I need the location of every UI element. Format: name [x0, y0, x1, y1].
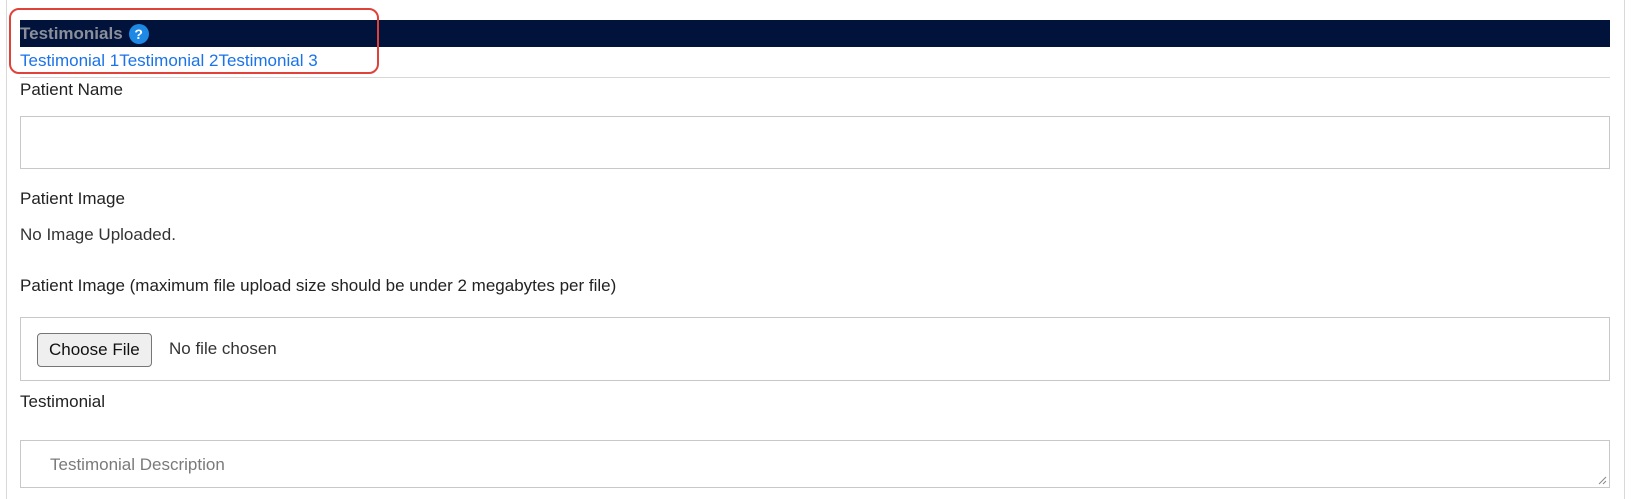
testimonials-form-page: Testimonials ? Testimonial 1Testimonial … [0, 0, 1632, 499]
patient-image-file-input: Choose File No file chosen [20, 317, 1610, 381]
patient-image-label: Patient Image [20, 189, 125, 208]
patient-name-label: Patient Name [20, 80, 123, 99]
testimonial-tabs: Testimonial 1Testimonial 2Testimonial 3 [20, 50, 318, 72]
frame-border-left [6, 0, 7, 499]
section-title: Testimonials [20, 24, 123, 43]
testimonial-placeholder: Testimonial Description [50, 455, 225, 474]
testimonial-textarea[interactable]: Testimonial Description [20, 440, 1610, 488]
choose-file-button[interactable]: Choose File [37, 333, 152, 367]
section-divider [20, 77, 1610, 78]
frame-border-right [1624, 0, 1625, 499]
resize-handle-icon[interactable] [1597, 475, 1607, 485]
file-status-text: No file chosen [169, 339, 277, 358]
tab-testimonial-1[interactable]: Testimonial 1 [20, 51, 119, 70]
section-header: Testimonials ? [20, 20, 1610, 47]
patient-image-upload-label: Patient Image (maximum file upload size … [20, 276, 617, 295]
patient-image-status: No Image Uploaded. [20, 225, 176, 244]
question-circle-icon[interactable]: ? [128, 23, 149, 44]
tab-testimonial-3[interactable]: Testimonial 3 [218, 51, 317, 70]
tab-testimonial-2[interactable]: Testimonial 2 [119, 51, 218, 70]
patient-name-input[interactable] [20, 116, 1610, 169]
testimonial-label: Testimonial [20, 392, 106, 411]
